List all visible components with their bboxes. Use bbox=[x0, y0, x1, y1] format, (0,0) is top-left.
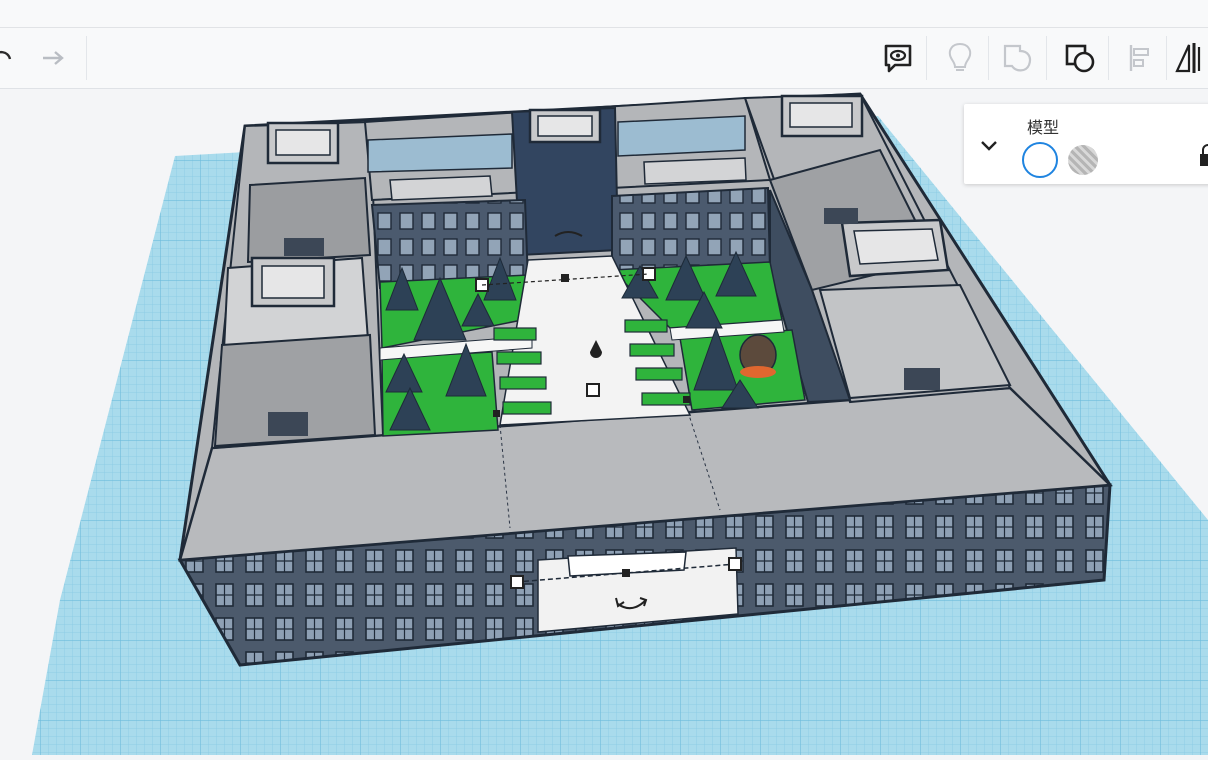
ungroup-tool-button[interactable] bbox=[1060, 38, 1100, 78]
editor-toolbar bbox=[0, 28, 1208, 89]
group-shape-icon bbox=[1003, 44, 1032, 72]
workplane-grid bbox=[32, 92, 1208, 755]
hole-swatch-button[interactable] bbox=[1068, 145, 1098, 175]
redo-button[interactable] bbox=[34, 38, 74, 78]
browser-top-strip bbox=[0, 0, 1208, 28]
align-tool-button[interactable] bbox=[1120, 38, 1160, 78]
mirror-icon bbox=[1175, 43, 1201, 73]
3d-viewport[interactable] bbox=[0, 89, 1208, 755]
notes-icon bbox=[884, 44, 912, 73]
redo-icon bbox=[43, 51, 64, 65]
lightbulb-icon bbox=[948, 42, 972, 71]
chevron-down-icon[interactable] bbox=[978, 134, 1000, 156]
lock-icon[interactable] bbox=[1198, 144, 1208, 166]
solid-swatch-button[interactable] bbox=[1022, 142, 1058, 178]
inspector-title: 模型 bbox=[1027, 120, 1060, 137]
shape-inspector-panel: 模型 bbox=[964, 104, 1208, 184]
ungroup-shape-icon bbox=[1065, 44, 1095, 73]
lightbulb-tool-button[interactable] bbox=[940, 38, 980, 78]
notes-tool-button[interactable] bbox=[878, 38, 918, 78]
group-tool-button[interactable] bbox=[998, 38, 1038, 78]
mirror-tool-button[interactable] bbox=[1172, 38, 1208, 78]
undo-icon bbox=[0, 51, 12, 60]
align-icon bbox=[1129, 45, 1149, 71]
undo-button[interactable] bbox=[0, 38, 22, 78]
